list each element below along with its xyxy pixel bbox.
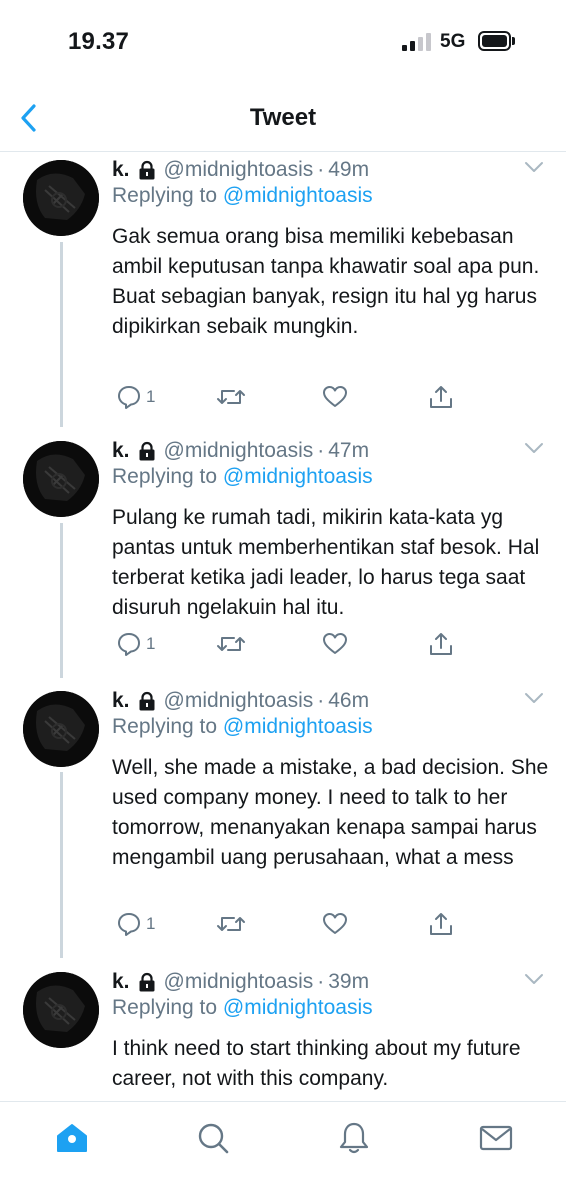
bell-icon <box>339 1122 369 1154</box>
retweet-icon <box>217 390 245 404</box>
replying-to: Replying to @midnightoasis <box>112 184 373 208</box>
handle[interactable]: @midnightoasis <box>164 439 314 463</box>
retweet-button[interactable] <box>216 909 246 939</box>
tweet[interactable]: k. @midnightoasis · 49m Replying to @mid… <box>0 152 566 430</box>
tweet[interactable]: k. @midnightoasis · 47m Replying to @mid… <box>0 433 566 678</box>
reply-button[interactable]: 1 <box>116 629 155 659</box>
display-name[interactable]: k. <box>112 439 130 463</box>
retweet-button[interactable] <box>216 382 246 412</box>
heart-icon <box>323 913 347 934</box>
display-name[interactable]: k. <box>112 970 130 994</box>
lock-icon <box>139 972 155 992</box>
retweet-icon <box>217 637 245 651</box>
tab-notifications[interactable] <box>336 1120 372 1156</box>
handle[interactable]: @midnightoasis <box>164 689 314 713</box>
lock-icon <box>139 441 155 461</box>
status-time: 19.37 <box>68 28 130 55</box>
display-name[interactable]: k. <box>112 689 130 713</box>
lock-icon <box>139 691 155 711</box>
reply-icon <box>118 913 140 936</box>
reply-icon <box>118 633 140 656</box>
mail-icon <box>479 1125 513 1151</box>
reply-icon <box>118 386 140 409</box>
reply-button[interactable]: 1 <box>116 382 155 412</box>
share-button[interactable] <box>428 629 454 659</box>
reply-count: 1 <box>146 914 156 933</box>
replying-prefix: Replying to <box>112 184 223 207</box>
reply-button[interactable]: 1 <box>116 909 155 939</box>
tweet-text: Gak semua orang bisa memiliki kebebasan … <box>112 225 540 338</box>
tweet-text: I think need to start thinking about my … <box>112 1037 521 1090</box>
replying-to: Replying to @midnightoasis <box>112 465 373 489</box>
timestamp: 39m <box>328 970 370 993</box>
mention-link[interactable]: @midnightoasis <box>223 465 373 488</box>
home-icon <box>57 1124 87 1152</box>
search-icon <box>198 1123 229 1154</box>
share-icon <box>430 633 452 655</box>
chevron-down-icon[interactable] <box>524 972 544 986</box>
network-label: 5G <box>440 31 466 52</box>
tweet-actions: 1 <box>112 629 552 659</box>
retweet-icon <box>217 917 245 931</box>
page-title: Tweet <box>249 104 317 131</box>
tweet-header: k. @midnightoasis · 49m <box>112 156 369 184</box>
mention-link[interactable]: @midnightoasis <box>223 715 373 738</box>
reply-count: 1 <box>146 387 156 406</box>
tweet[interactable]: k. @midnightoasis · 46m Replying to @mid… <box>0 683 566 961</box>
chevron-down-icon[interactable] <box>524 691 544 705</box>
display-name[interactable]: k. <box>112 158 130 182</box>
lock-icon <box>139 160 155 180</box>
tweet-header: k. @midnightoasis · 39m <box>112 968 369 996</box>
tab-search[interactable] <box>195 1120 231 1156</box>
replying-to: Replying to @midnightoasis <box>112 715 373 739</box>
timestamp: 47m <box>328 439 370 462</box>
like-button[interactable] <box>322 909 348 939</box>
share-icon <box>430 913 452 935</box>
tweet-actions: 1 <box>112 382 552 412</box>
replying-prefix: Replying to <box>112 715 223 738</box>
replying-to: Replying to @midnightoasis <box>112 996 373 1020</box>
like-button[interactable] <box>322 629 348 659</box>
tweet-header: k. @midnightoasis · 46m <box>112 687 369 715</box>
avatar[interactable] <box>23 972 99 1048</box>
cellular-signal-icon <box>402 33 434 51</box>
mention-link[interactable]: @midnightoasis <box>223 184 373 207</box>
share-icon <box>430 386 452 408</box>
battery-icon <box>478 31 515 51</box>
heart-icon <box>323 633 347 654</box>
tweet-header: k. @midnightoasis · 47m <box>112 437 369 465</box>
avatar[interactable] <box>23 441 99 517</box>
reply-count: 1 <box>146 634 156 653</box>
chevron-down-icon[interactable] <box>524 160 544 174</box>
tweet-actions: 1 <box>112 909 552 939</box>
replying-prefix: Replying to <box>112 465 223 488</box>
handle[interactable]: @midnightoasis <box>164 158 314 182</box>
timestamp: 46m <box>328 689 370 712</box>
heart-icon <box>323 386 347 407</box>
avatar[interactable] <box>23 160 99 236</box>
handle[interactable]: @midnightoasis <box>164 970 314 994</box>
tweet[interactable]: k. @midnightoasis · 39m Replying to @mid… <box>0 964 566 1101</box>
avatar[interactable] <box>23 691 99 767</box>
like-button[interactable] <box>322 382 348 412</box>
separator-dot: · <box>317 439 325 462</box>
tweet-text: Pulang ke rumah tadi, mikirin kata-kata … <box>112 506 540 619</box>
tab-bar <box>0 1101 566 1200</box>
retweet-button[interactable] <box>216 629 246 659</box>
separator-dot: · <box>317 158 325 181</box>
nav-header: Tweet <box>0 80 566 152</box>
tweet-text: Well, she made a mistake, a bad decision… <box>112 756 549 869</box>
tab-home[interactable] <box>54 1120 90 1156</box>
timestamp: 49m <box>328 158 370 181</box>
status-bar: 19.37 5G <box>0 0 566 80</box>
separator-dot: · <box>317 689 325 712</box>
share-button[interactable] <box>428 382 454 412</box>
replying-prefix: Replying to <box>112 996 223 1019</box>
separator-dot: · <box>317 970 325 993</box>
tab-messages[interactable] <box>478 1120 514 1156</box>
chevron-down-icon[interactable] <box>524 441 544 455</box>
share-button[interactable] <box>428 909 454 939</box>
mention-link[interactable]: @midnightoasis <box>223 996 373 1019</box>
